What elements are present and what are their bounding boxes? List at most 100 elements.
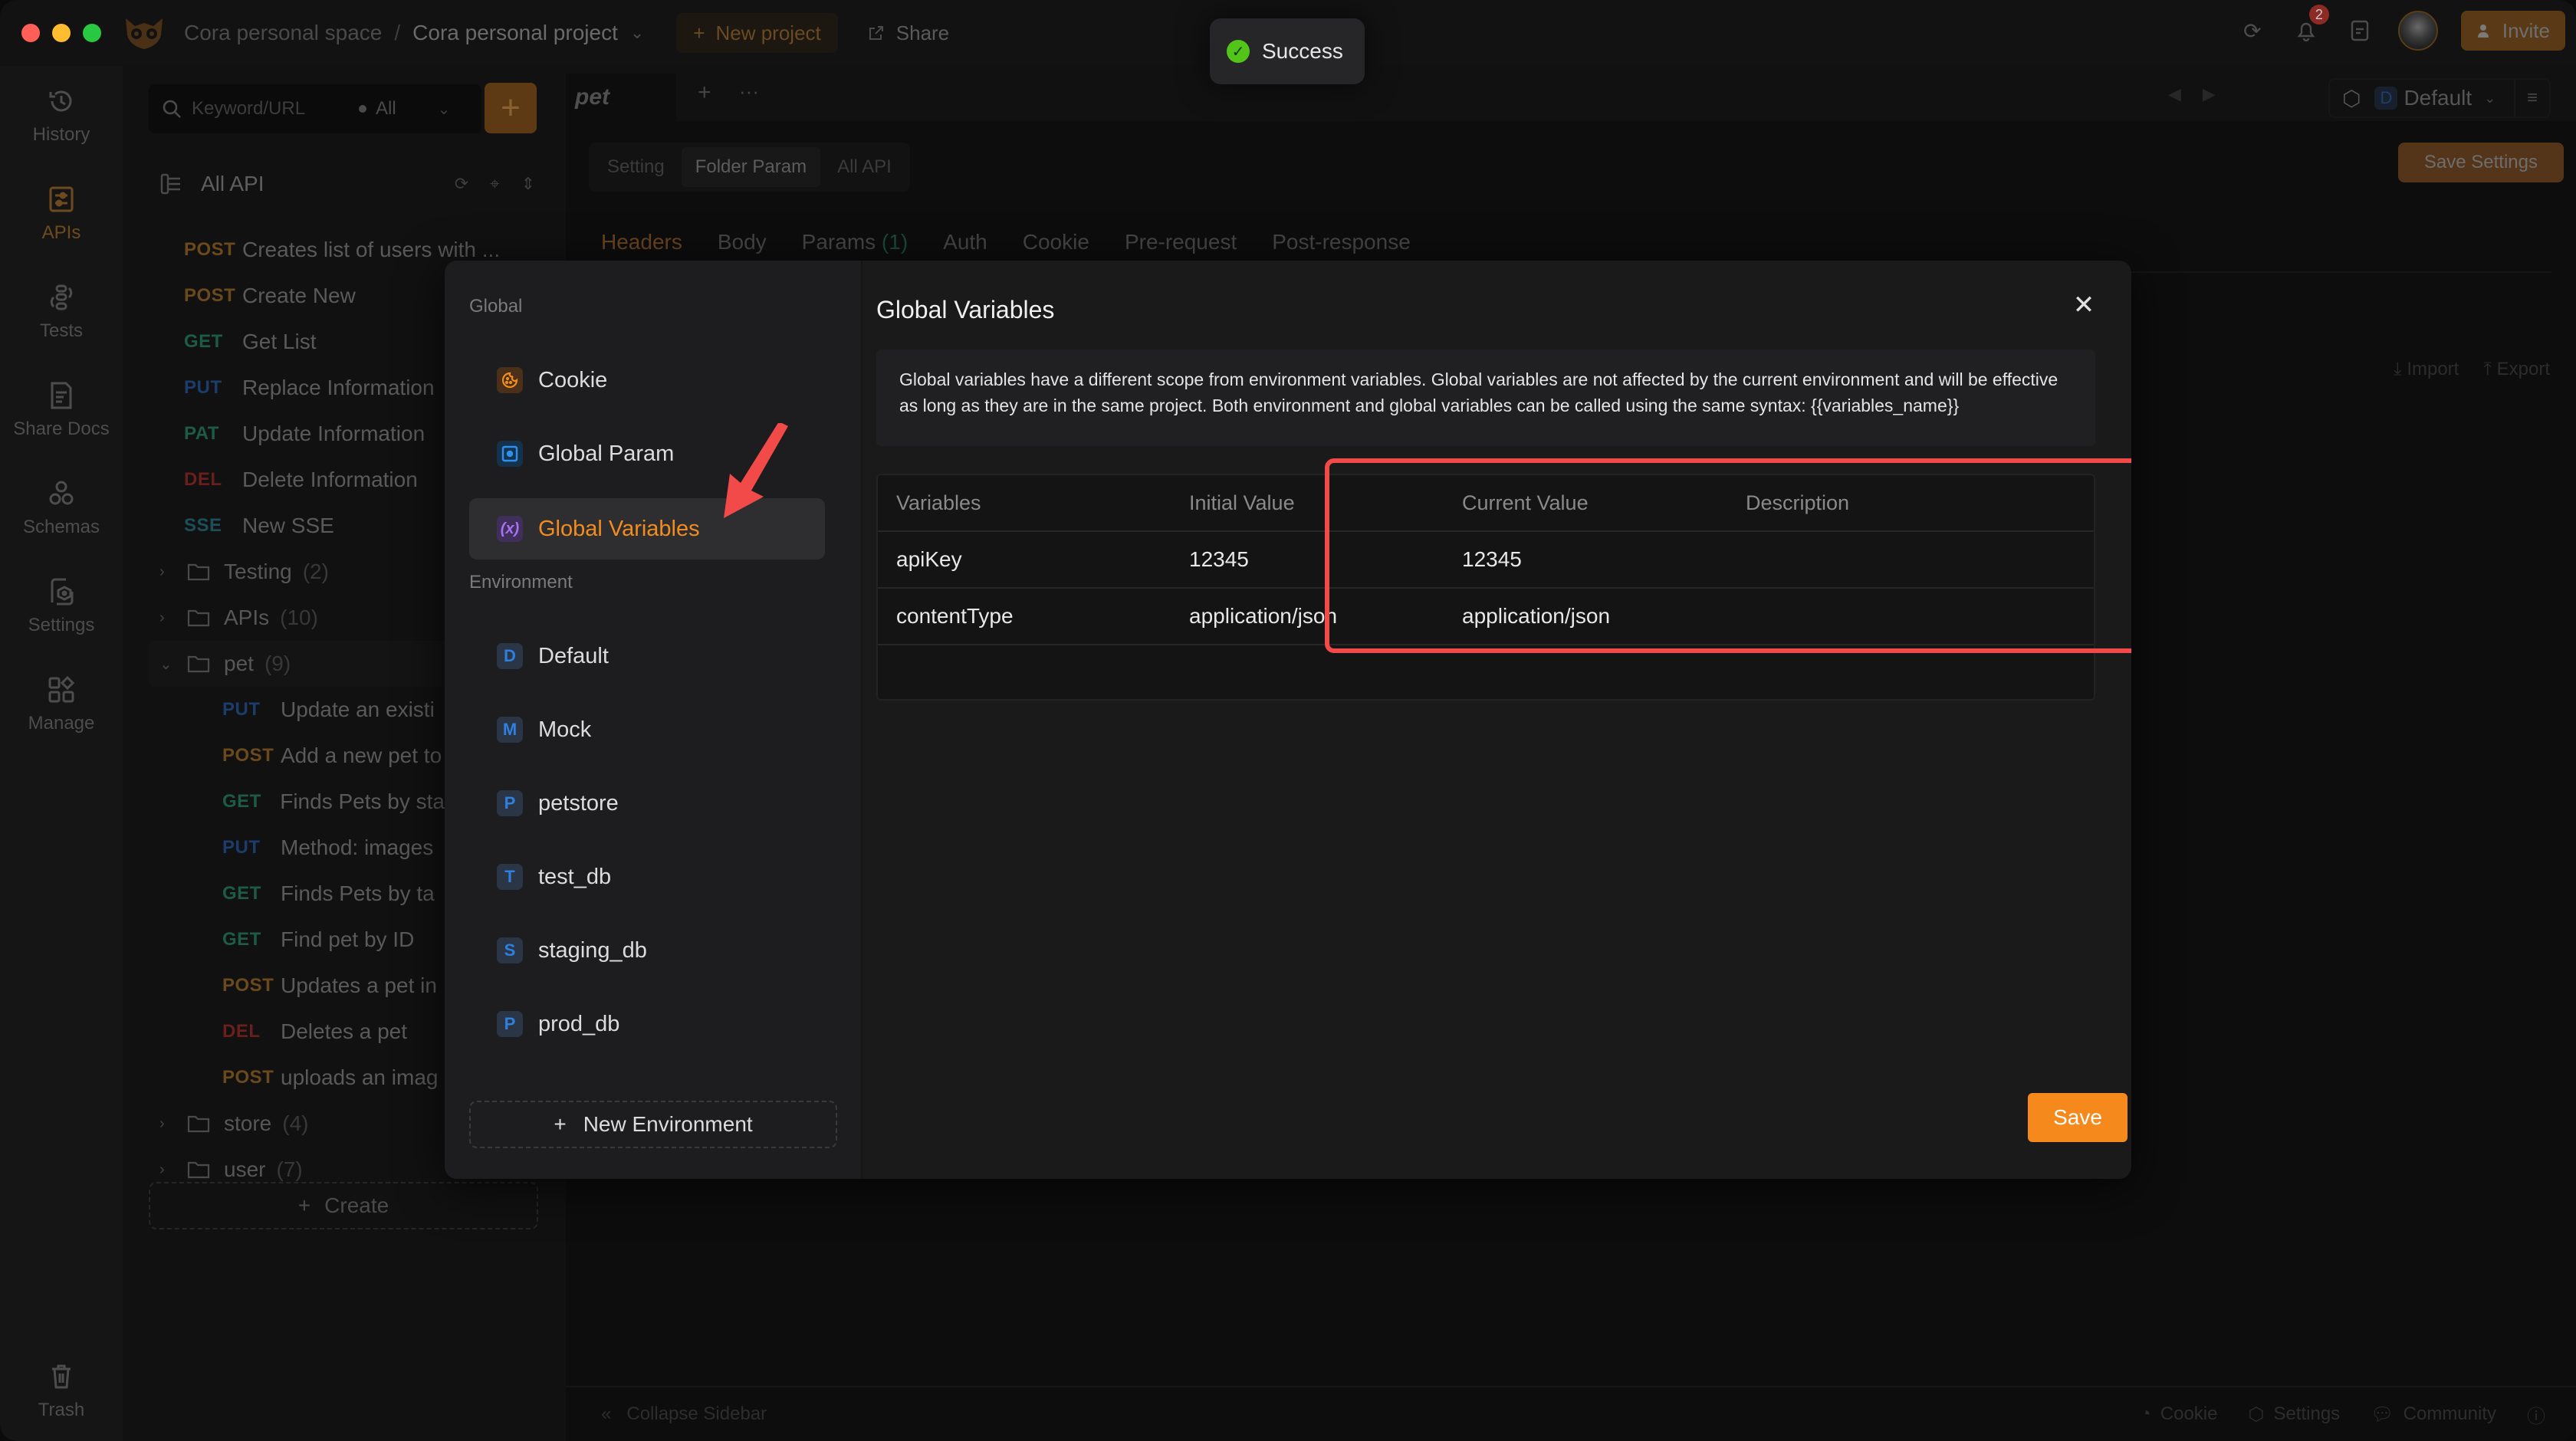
variable-name-cell[interactable]: contentType: [896, 604, 1014, 629]
locate-icon[interactable]: ⌖: [490, 174, 499, 194]
api-list-item[interactable]: GET Finds Pets by ta: [222, 871, 445, 917]
http-method-badge: POST: [184, 239, 236, 260]
initial-value-cell[interactable]: application/json: [1189, 604, 1337, 629]
rail-item-settings[interactable]: Settings: [0, 576, 123, 636]
nav-item-cookie[interactable]: Cookie: [469, 350, 825, 411]
tree-icon: [160, 173, 180, 195]
rail-item-history[interactable]: History: [0, 86, 123, 146]
current-value-cell[interactable]: application/json: [1462, 604, 1610, 629]
new-tab-plus-icon[interactable]: +: [698, 80, 711, 106]
chevron-right-icon[interactable]: ›: [159, 609, 176, 627]
all-api-header[interactable]: All API ⟳ ⌖ ⇕: [159, 161, 535, 207]
api-name: Updates a pet in: [281, 973, 437, 997]
nav-item-environment[interactable]: M Mock: [469, 699, 825, 760]
rail-item-tests[interactable]: Tests: [0, 282, 123, 342]
close-icon[interactable]: ✕: [2067, 288, 2101, 322]
initial-value-cell[interactable]: 12345: [1189, 547, 1249, 572]
tab-next-icon[interactable]: ▶: [2203, 84, 2216, 104]
environment-settings-icon[interactable]: ⬡: [2342, 86, 2361, 111]
create-button[interactable]: + Create: [149, 1182, 538, 1229]
subtab-cookie[interactable]: Cookie: [1023, 230, 1089, 254]
rail-item-share-docs[interactable]: Share Docs: [0, 380, 123, 440]
segment-setting[interactable]: Setting: [593, 147, 678, 187]
nav-item-environment[interactable]: D Default: [469, 625, 825, 687]
nav-item-environment[interactable]: Ttest_db: [469, 846, 825, 908]
expand-collapse-icon[interactable]: ⇕: [521, 174, 535, 194]
breadcrumb-workspace[interactable]: Cora personal space: [184, 21, 382, 45]
new-project-button[interactable]: + New project: [676, 13, 838, 53]
http-method-badge: GET: [184, 331, 223, 352]
close-window-button[interactable]: [21, 24, 40, 42]
subtab-post-response[interactable]: Post-response: [1272, 230, 1411, 254]
share-button[interactable]: Share: [859, 13, 957, 53]
subtab-params[interactable]: Params (1): [802, 230, 908, 254]
variable-name-cell[interactable]: apiKey: [896, 547, 962, 572]
folder-name: store: [224, 1111, 272, 1135]
save-button[interactable]: Save: [2028, 1093, 2128, 1142]
add-api-button[interactable]: +: [485, 83, 537, 133]
import-button[interactable]: ⤓ Import: [2394, 359, 2459, 380]
document-icon[interactable]: [2344, 15, 2375, 46]
user-avatar[interactable]: [2397, 11, 2438, 51]
subtab-auth[interactable]: Auth: [943, 230, 987, 254]
api-list-item[interactable]: GET Find pet by ID: [222, 917, 445, 963]
rail-item-manage[interactable]: Manage: [0, 675, 123, 734]
api-list-item[interactable]: PUT Update an existi: [222, 687, 445, 733]
tab-prev-icon[interactable]: ◀: [2168, 84, 2181, 104]
api-list-item[interactable]: GET Finds Pets by sta: [222, 779, 445, 825]
refresh-icon[interactable]: ⟳: [455, 174, 468, 194]
invite-button[interactable]: Invite: [2460, 11, 2565, 51]
chevron-down-icon[interactable]: ⌄: [630, 23, 644, 43]
chevron-right-icon[interactable]: ›: [159, 563, 176, 581]
api-list-item[interactable]: DEL Deletes a pet: [222, 1009, 445, 1055]
rail-item-apis[interactable]: APIs: [0, 184, 123, 244]
new-environment-button[interactable]: + New Environment: [469, 1101, 837, 1148]
nav-item-global-param[interactable]: Global Param: [469, 423, 825, 484]
collapse-sidebar-button[interactable]: « Collapse Sidebar: [601, 1403, 767, 1425]
http-method-badge: POST: [222, 975, 274, 996]
notification-bell-icon[interactable]: 2: [2291, 5, 2329, 46]
sync-icon[interactable]: ⟳: [2237, 15, 2268, 46]
subtab-body[interactable]: Body: [718, 230, 767, 254]
footer-settings-button[interactable]: ⬡ Settings: [2249, 1401, 2341, 1428]
minimize-window-button[interactable]: [52, 24, 71, 42]
method-filter-select[interactable]: All ⌄: [359, 98, 450, 120]
nav-item-environment[interactable]: Sstaging_db: [469, 920, 825, 981]
subtab-headers[interactable]: Headers: [601, 230, 682, 254]
menu-icon[interactable]: ≡: [2514, 80, 2549, 117]
save-settings-button[interactable]: Save Settings: [2397, 143, 2564, 182]
current-value-cell[interactable]: 12345: [1462, 547, 1522, 572]
chevron-right-icon[interactable]: ›: [159, 1161, 176, 1179]
topbar-actions: ⟳ 2 Invite: [2237, 5, 2565, 51]
more-icon[interactable]: ···: [739, 80, 759, 103]
rail-item-trash[interactable]: Trash: [0, 1361, 123, 1421]
api-list-item[interactable]: POST uploads an imag: [222, 1055, 445, 1101]
folder-icon: [187, 1161, 210, 1179]
tab-bar: pet + ··· ◀ ▶ ⬡ D Default ⌄ ≡: [566, 66, 2576, 121]
rail-item-schemas[interactable]: Schemas: [0, 478, 123, 538]
segment-all-api[interactable]: All API: [823, 147, 905, 187]
environment-select[interactable]: ⬡ D Default ⌄ ≡: [2328, 78, 2551, 118]
help-icon[interactable]: ⓘ: [2527, 1401, 2545, 1428]
api-list-item[interactable]: POST Updates a pet in: [222, 963, 445, 1009]
export-button[interactable]: ⤒ Export: [2483, 359, 2550, 380]
nav-item-label: petstore: [538, 790, 619, 816]
nav-item-global-variables[interactable]: (x) Global Variables: [469, 498, 825, 560]
table-row-empty[interactable]: [878, 645, 2094, 702]
nav-item-environment[interactable]: Ppetstore: [469, 773, 825, 834]
api-name: Deletes a pet: [281, 1019, 407, 1043]
folder-icon: [187, 563, 210, 581]
api-list-item[interactable]: PUT Method: images: [222, 825, 445, 871]
nav-item-environment[interactable]: Pprod_db: [469, 993, 825, 1055]
footer-community-button[interactable]: 💬︎ Community: [2371, 1401, 2496, 1428]
search-input[interactable]: [192, 98, 345, 120]
breadcrumb-project[interactable]: Cora personal project: [412, 21, 618, 45]
tab-pet[interactable]: pet: [566, 74, 676, 121]
api-list-item[interactable]: POST Add a new pet to: [222, 733, 445, 779]
maximize-window-button[interactable]: [83, 24, 101, 42]
segment-folder-param[interactable]: Folder Param: [681, 147, 821, 187]
footer-cookie-button[interactable]: ◔ Cookie: [2140, 1401, 2217, 1428]
subtab-pre-request[interactable]: Pre-request: [1125, 230, 1237, 254]
chevron-down-icon[interactable]: ⌄: [159, 655, 176, 674]
chevron-right-icon[interactable]: ›: [159, 1115, 176, 1133]
